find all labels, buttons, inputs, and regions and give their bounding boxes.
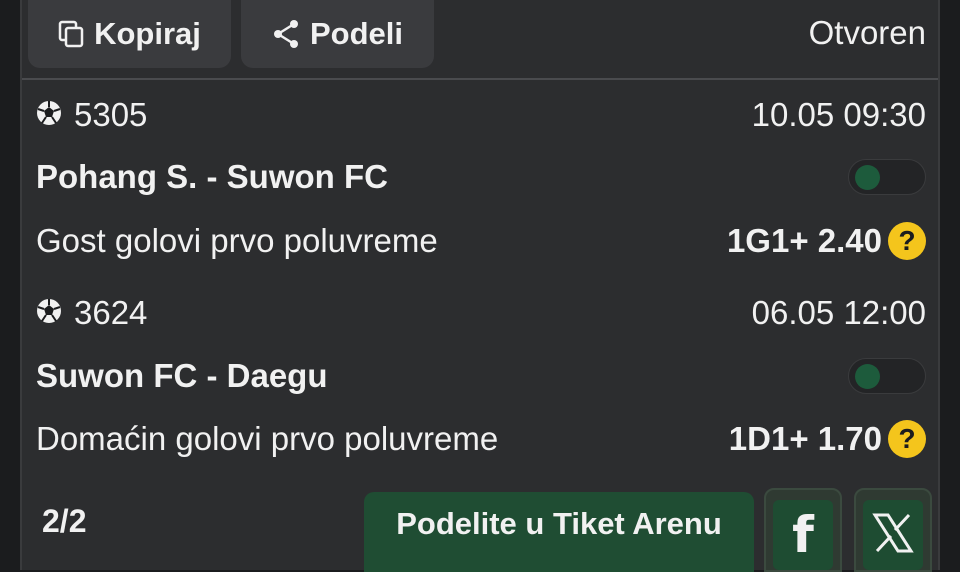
share-icon	[272, 19, 300, 49]
pick-odds: 1G1+ 2.40	[726, 222, 882, 259]
arena-label: Podelite u Tiket Arenu	[396, 506, 722, 541]
bet-market-row: Domaćin golovi prvo poluvreme 1D1+ 1.70 …	[36, 420, 926, 458]
market-name: Gost golovi prvo poluvreme	[36, 222, 438, 259]
help-icon[interactable]: ?	[888, 222, 926, 260]
bet-header: 3624 06.05 12:00	[36, 294, 926, 332]
soccer-ball-icon	[36, 96, 62, 134]
share-button[interactable]: Podeli	[241, 0, 434, 68]
match-name: Pohang S. - Suwon FC	[36, 158, 388, 195]
toggle-knob	[855, 364, 880, 389]
facebook-share-button[interactable]: f	[764, 488, 842, 572]
copy-icon	[58, 20, 84, 48]
x-share-button[interactable]	[854, 488, 932, 572]
match-name: Suwon FC - Daegu	[36, 357, 328, 394]
x-logo-icon	[871, 511, 915, 560]
market-name: Domaćin golovi prvo poluvreme	[36, 420, 499, 457]
bet-count: 2/2	[42, 503, 87, 539]
copy-button[interactable]: Kopiraj	[28, 0, 231, 68]
copy-label: Kopiraj	[94, 16, 201, 51]
bet-market-row: Gost golovi prvo poluvreme 1G1+ 2.40 ?	[36, 222, 926, 260]
help-icon[interactable]: ?	[888, 420, 926, 458]
bet-match-row: Suwon FC - Daegu	[36, 357, 926, 395]
bet-match-row: Pohang S. - Suwon FC	[36, 158, 926, 196]
ticket-status: Otvoren	[808, 14, 926, 51]
facebook-icon: f	[792, 506, 814, 564]
pick-odds: 1D1+ 1.70	[728, 420, 882, 457]
event-code: 5305	[74, 96, 148, 133]
bet-toggle[interactable]	[848, 159, 926, 195]
divider	[22, 78, 938, 80]
event-datetime: 10.05 09:30	[751, 96, 926, 133]
bet-header: 5305 10.05 09:30	[36, 96, 926, 134]
soccer-ball-icon	[36, 294, 62, 332]
bet-toggle[interactable]	[848, 358, 926, 394]
toggle-knob	[855, 165, 880, 190]
share-to-arena-button[interactable]: Podelite u Tiket Arenu	[364, 492, 754, 572]
event-code: 3624	[74, 294, 148, 331]
event-datetime: 06.05 12:00	[751, 294, 926, 331]
share-label: Podeli	[309, 16, 403, 51]
ticket-card	[20, 0, 940, 570]
